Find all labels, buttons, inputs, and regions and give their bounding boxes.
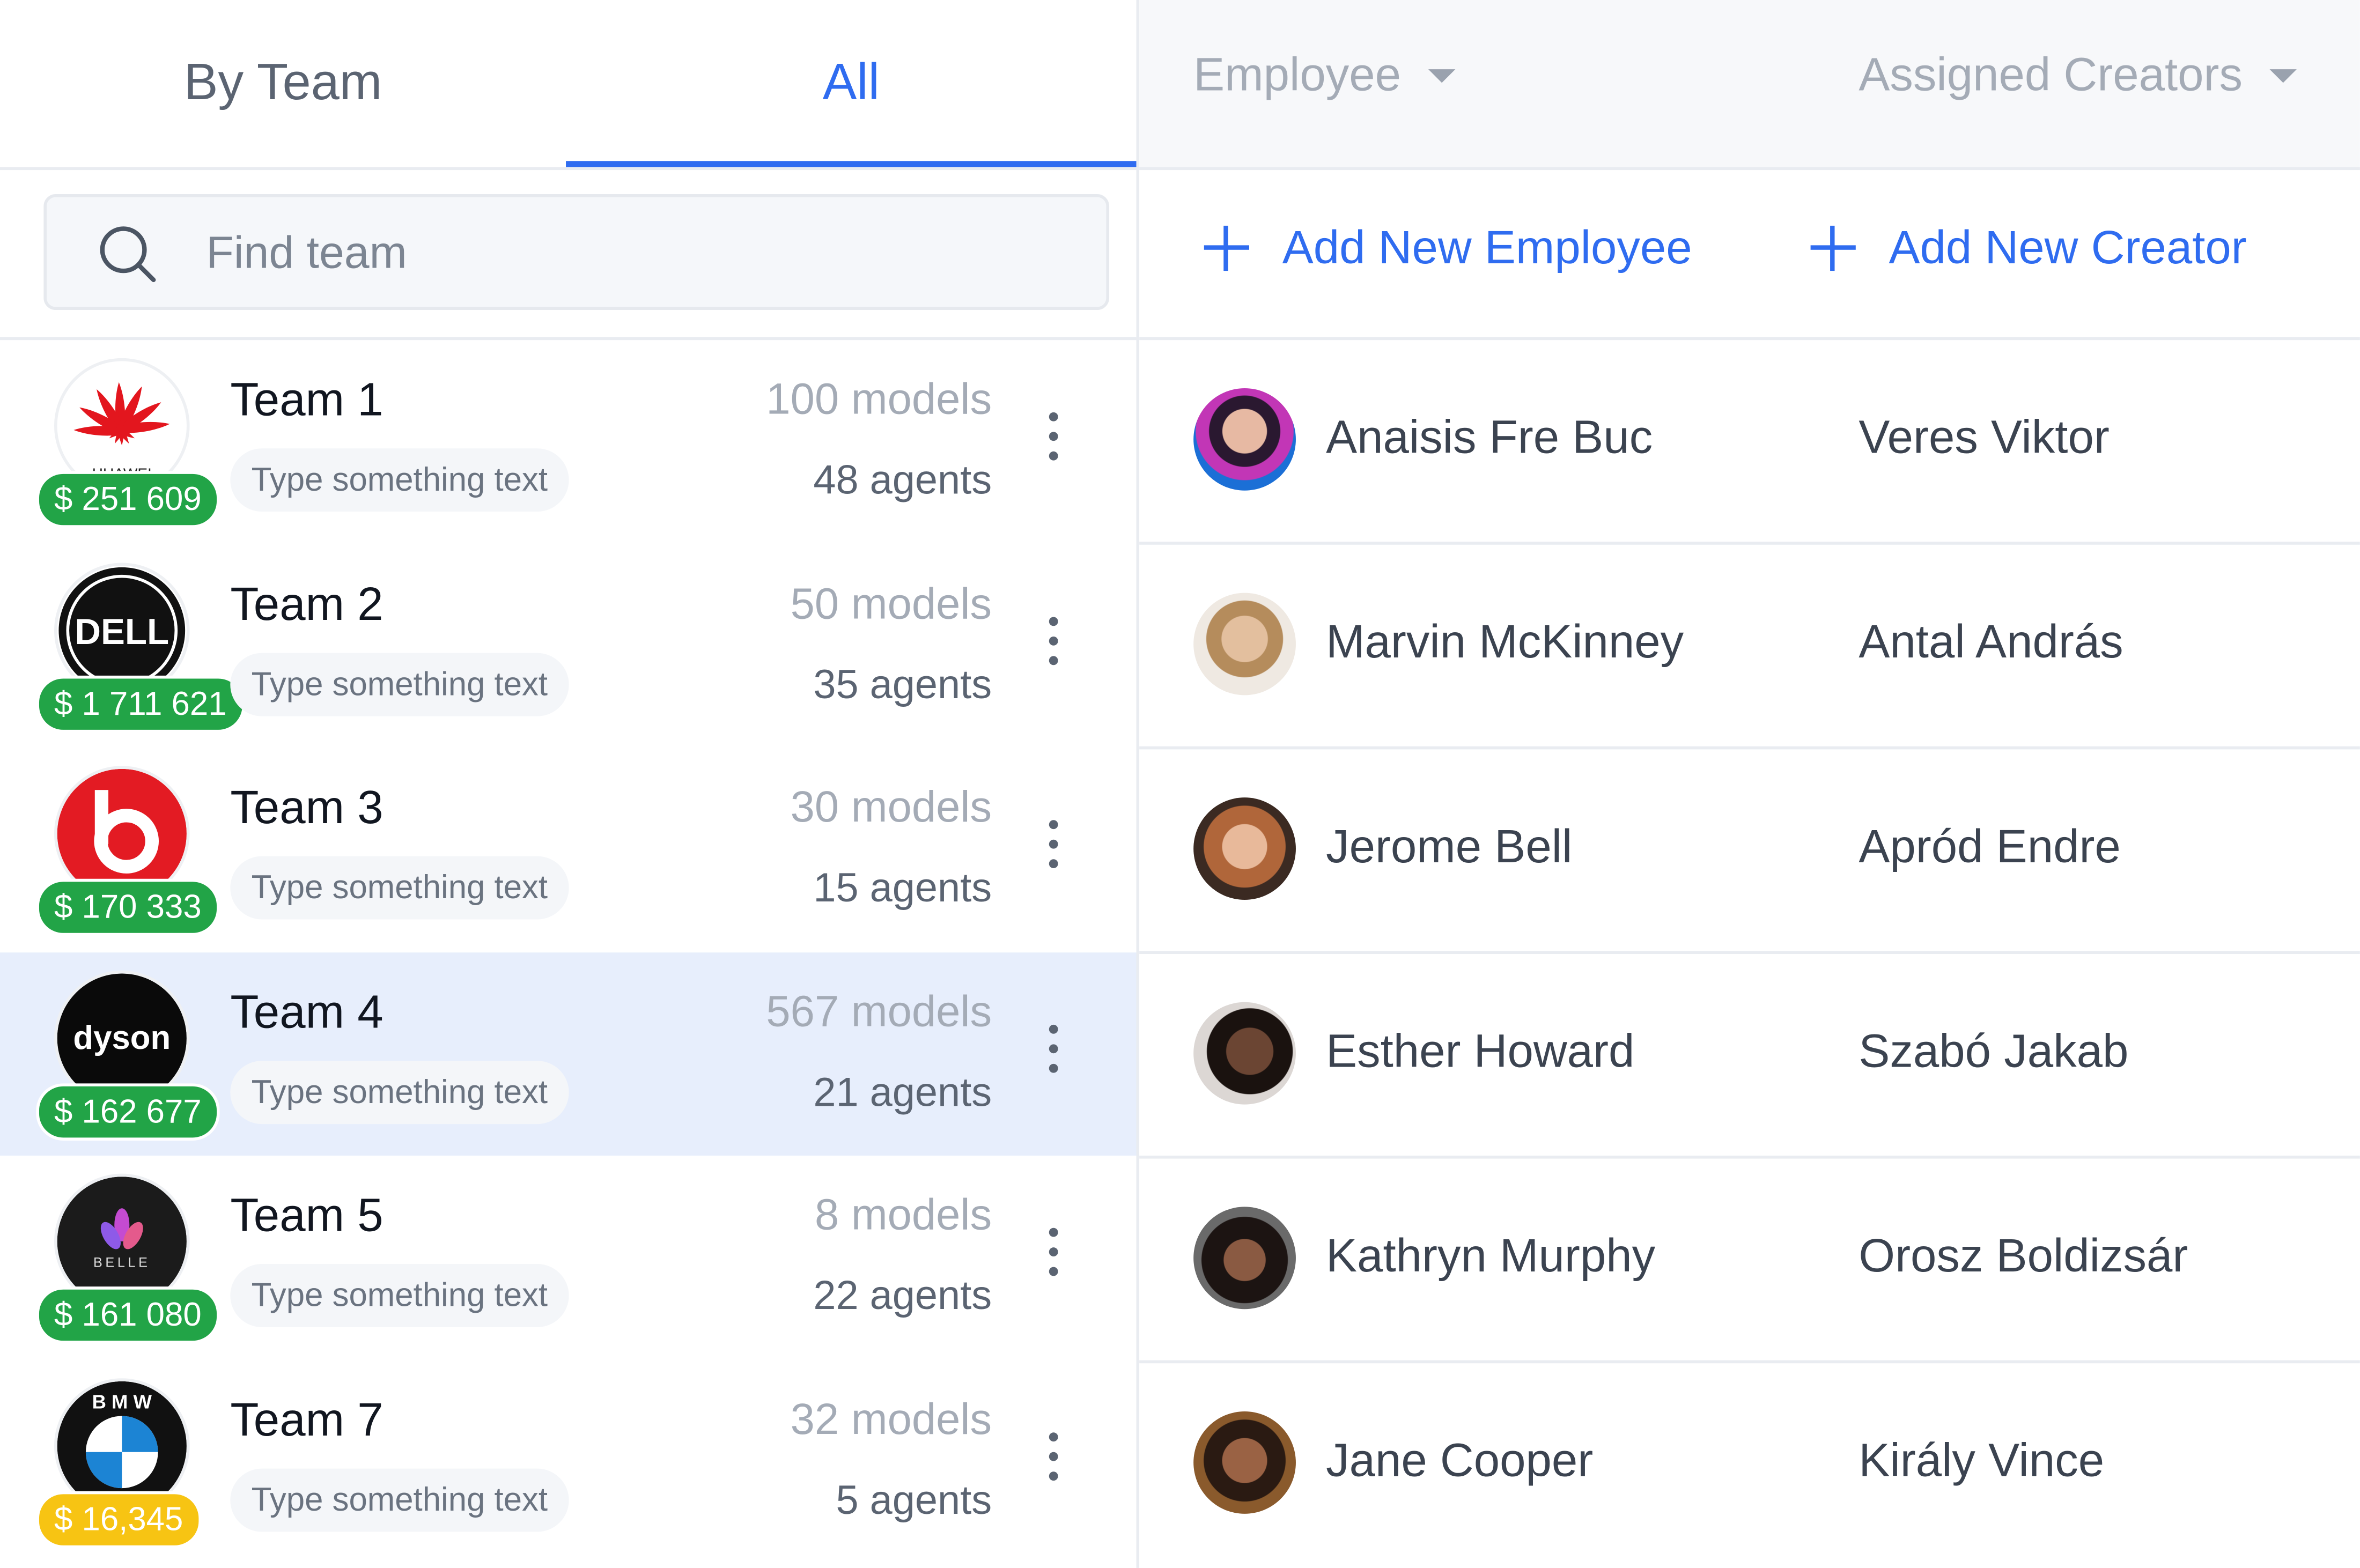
team-name: Team 3 xyxy=(230,781,384,834)
employee-row[interactable]: Kathryn Murphy Orosz Boldizsár xyxy=(1139,1159,2360,1364)
employee-row[interactable]: Esther Howard Szabó Jakab xyxy=(1139,954,2360,1159)
revenue-badge: $ 1 711 621 xyxy=(36,675,245,733)
assigned-creators-dropdown-label: Assigned Creators xyxy=(1858,48,2243,101)
more-options-icon[interactable] xyxy=(1038,1024,1068,1084)
plus-icon xyxy=(1204,225,1249,271)
team-name: Team 1 xyxy=(230,373,384,426)
add-new-creator-button[interactable]: Add New Creator xyxy=(1810,221,2247,275)
employee-list: Anaisis Fre Buc Veres Viktor Marvin McKi… xyxy=(1139,340,2360,1565)
add-new-employee-label: Add New Employee xyxy=(1282,221,1692,274)
revenue-badge: $ 251 609 xyxy=(36,471,220,528)
avatar xyxy=(1193,593,1296,696)
revenue-badge: $ 162 677 xyxy=(36,1082,220,1140)
team-tag[interactable]: Type something text xyxy=(230,652,569,716)
dyson-logo: dyson xyxy=(57,973,187,1103)
svg-text:DELL: DELL xyxy=(75,611,169,652)
revenue-badge: $ 161 080 xyxy=(36,1286,220,1344)
employee-dropdown[interactable]: Employee xyxy=(1193,48,1456,102)
avatar xyxy=(1193,797,1296,900)
revenue-badge: $ 16,345 xyxy=(36,1490,201,1548)
dell-logo: DELL xyxy=(57,565,187,694)
models-count: 32 models xyxy=(790,1395,992,1444)
team-tag[interactable]: Type something text xyxy=(230,1060,569,1123)
employee-dropdown-label: Employee xyxy=(1193,48,1401,101)
svg-text:B M W: B M W xyxy=(92,1390,152,1412)
svg-text:BELLE: BELLE xyxy=(93,1255,151,1270)
agents-count: 5 agents xyxy=(836,1477,992,1522)
employee-row[interactable]: Anaisis Fre Buc Veres Viktor xyxy=(1139,340,2360,545)
search-bar xyxy=(0,170,1137,341)
avatar xyxy=(1193,388,1296,491)
team-list: HUAWEI $ 251 609 Team 1 Type something t… xyxy=(0,340,1137,1563)
creator-name: Veres Viktor xyxy=(1858,411,2110,464)
column-headers: Employee Assigned Creators xyxy=(1139,0,2360,171)
action-bar: Add New Employee Add New Creator xyxy=(1139,170,2360,341)
revenue-badge: $ 170 333 xyxy=(36,878,220,936)
caret-down-icon xyxy=(1428,68,1456,82)
more-options-icon[interactable] xyxy=(1038,820,1068,880)
assignments-panel: Employee Assigned Creators Add New Emplo… xyxy=(1139,0,2360,1568)
more-options-icon[interactable] xyxy=(1038,1431,1068,1492)
team-tag[interactable]: Type something text xyxy=(230,448,569,512)
creator-name: Antal András xyxy=(1858,615,2123,668)
team-tag[interactable]: Type something text xyxy=(230,1468,569,1532)
employee-row[interactable]: Marvin McKinney Antal András xyxy=(1139,545,2360,750)
app-root: By Team All Find team $ 251 609 Team 1 T… xyxy=(0,0,2360,1568)
employee-name: Kathryn Murphy xyxy=(1326,1229,1656,1282)
search-icon xyxy=(100,226,156,283)
team-row[interactable]: HUAWEI $ 251 609 Team 1 Type something t… xyxy=(0,340,1137,544)
search-box[interactable] xyxy=(43,194,1110,310)
more-options-icon[interactable] xyxy=(1038,1227,1068,1288)
tab-bar: By Team All xyxy=(0,0,1137,171)
teams-panel: By Team All Find team $ 251 609 Team 1 T… xyxy=(0,0,1137,1568)
models-count: 567 models xyxy=(766,988,992,1036)
employee-row[interactable]: Jerome Bell Apród Endre xyxy=(1139,749,2360,955)
models-count: 100 models xyxy=(766,376,992,425)
team-name: Team 2 xyxy=(230,577,384,630)
agents-count: 35 agents xyxy=(813,661,992,707)
plus-icon xyxy=(1810,225,1856,271)
caret-down-icon xyxy=(2269,68,2297,82)
add-new-employee-button[interactable]: Add New Employee xyxy=(1204,221,1692,275)
more-options-icon[interactable] xyxy=(1038,412,1068,472)
team-name: Team 4 xyxy=(230,985,384,1038)
employee-row[interactable]: Jane Cooper Király Vince xyxy=(1139,1363,2360,1565)
team-row[interactable]: BELLE $ 161 080 Team 5 Type something te… xyxy=(0,1156,1137,1359)
creator-name: Orosz Boldizsár xyxy=(1858,1229,2188,1282)
add-new-creator-label: Add New Creator xyxy=(1889,221,2247,274)
team-row-selected[interactable]: dyson $ 162 677 Team 4 Type something te… xyxy=(0,951,1137,1156)
models-count: 50 models xyxy=(790,580,992,628)
team-name: Team 7 xyxy=(230,1392,384,1446)
employee-name: Jane Cooper xyxy=(1326,1434,1594,1487)
assigned-creators-dropdown[interactable]: Assigned Creators xyxy=(1858,48,2297,102)
tab-all[interactable]: All xyxy=(566,0,1137,167)
team-tag[interactable]: Type something text xyxy=(230,1264,569,1327)
employee-name: Esther Howard xyxy=(1326,1024,1635,1078)
team-row[interactable]: B M W $ 16,345 Team 7 Type something tex… xyxy=(0,1359,1137,1563)
avatar xyxy=(1193,1207,1296,1310)
creator-name: Király Vince xyxy=(1858,1434,2105,1487)
avatar xyxy=(1193,1002,1296,1105)
models-count: 8 models xyxy=(814,1192,992,1240)
team-row[interactable]: DELL $ 1 711 621 Team 2 Type something t… xyxy=(0,544,1137,748)
creator-name: Apród Endre xyxy=(1858,820,2121,873)
models-count: 30 models xyxy=(790,783,992,832)
svg-text:dyson: dyson xyxy=(73,1018,171,1055)
agents-count: 48 agents xyxy=(813,457,992,503)
agents-count: 15 agents xyxy=(813,865,992,911)
more-options-icon[interactable] xyxy=(1038,616,1068,676)
avatar xyxy=(1193,1411,1296,1514)
employee-name: Marvin McKinney xyxy=(1326,615,1684,668)
employee-name: Anaisis Fre Buc xyxy=(1326,411,1653,464)
tab-by-team[interactable]: By Team xyxy=(0,0,566,167)
team-row[interactable]: $ 170 333 Team 3 Type something text 30 … xyxy=(0,748,1137,952)
agents-count: 21 agents xyxy=(813,1069,992,1114)
team-tag[interactable]: Type something text xyxy=(230,856,569,920)
agents-count: 22 agents xyxy=(813,1273,992,1319)
search-input[interactable] xyxy=(203,197,1052,310)
creator-name: Szabó Jakab xyxy=(1858,1024,2129,1078)
employee-name: Jerome Bell xyxy=(1326,820,1573,873)
team-name: Team 5 xyxy=(230,1188,384,1241)
bmw-logo: B M W xyxy=(57,1380,187,1510)
